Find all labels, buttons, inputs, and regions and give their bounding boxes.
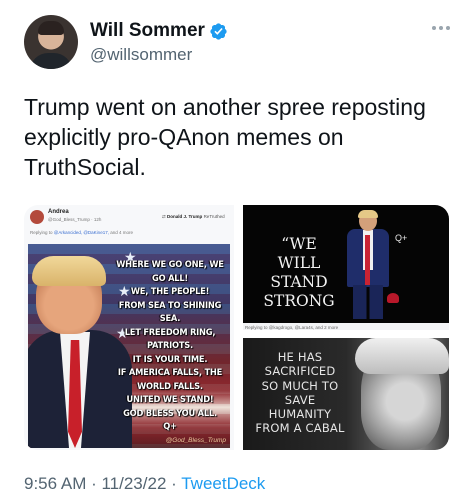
avatar[interactable] — [24, 15, 78, 69]
name-line: Will Sommer — [90, 20, 228, 42]
tweet-header: Will Sommer @willsommer — [24, 12, 454, 72]
meme-line: IT IS YOUR TIME. — [132, 353, 208, 365]
meme-image: ★ ★ ★ ★ WHERE WE GO ONE, WE GO ALL! WE, … — [28, 244, 230, 448]
meme-line: LET FREEDOM RING, PATRIOTS. — [124, 326, 216, 352]
retruth-user: Donald J. Trump — [167, 214, 203, 219]
handle[interactable]: @willsommer — [90, 45, 192, 65]
caption-text: HE HAS SACRIFICED SO MUCH TO SAVE HUMANI… — [251, 350, 349, 436]
figure-tie — [365, 235, 370, 285]
portrait-hair — [355, 338, 449, 374]
media-divider — [234, 205, 243, 450]
more-dot — [439, 26, 443, 30]
more-dot — [446, 26, 450, 30]
separator: · — [166, 474, 182, 493]
figure-legs — [353, 285, 383, 319]
caption-line: FROM A CABAL — [255, 421, 345, 436]
meme-line: Q+ — [163, 421, 177, 432]
media-grid: Andrea @God_Bless_Trump · 12h ⇄ Donald J… — [24, 205, 449, 450]
media-image-top-right[interactable]: “WE WILL STAND STRONG Q+ Replying to @ka… — [243, 205, 449, 333]
meme-credit: @God_Bless_Trump — [165, 437, 226, 444]
replying-suffix: and 4 more — [110, 230, 133, 235]
meme-line: GOD BLESS YOU ALL. — [123, 407, 217, 419]
meme-line: IF AMERICA FALLS, THE — [117, 367, 223, 378]
replying-to: Replying to @Arkancided, @DaKine17, and … — [30, 230, 133, 235]
caption-line: SAVE — [284, 392, 316, 407]
quote-line: WILL — [277, 254, 321, 272]
post-author-handle: @God_Bless_Trump · 12h — [48, 217, 102, 222]
quote-line: STAND — [270, 273, 328, 291]
quote-line: “WE — [281, 235, 317, 253]
media-image-bottom-right[interactable]: HE HAS SACRIFICED SO MUCH TO SAVE HUMANI… — [243, 338, 449, 450]
tweet-time[interactable]: 9:56 AM — [24, 474, 86, 493]
figure-hair — [358, 210, 378, 218]
separator: · — [86, 474, 102, 493]
meme-line: FROM SEA TO SHINING SEA. — [118, 299, 222, 325]
meme-line: WORLD FALLS. — [137, 380, 203, 392]
media-image-left[interactable]: Andrea @God_Bless_Trump · 12h ⇄ Donald J… — [24, 205, 234, 450]
tweet-text: Trump went on another spree reposting ex… — [24, 94, 426, 180]
avatar-shirt — [30, 53, 72, 69]
meme-line: WE, THE PEOPLE! — [130, 286, 210, 297]
replying-mentions: @Arkancided, @DaKine17, — [53, 230, 109, 235]
replying-prefix: Replying to — [30, 230, 53, 235]
verified-badge-icon — [210, 22, 227, 40]
quote-line: STRONG — [263, 292, 335, 310]
retruth-label: ⇄ Donald J. Trump ReTruthed — [162, 214, 225, 220]
caption-line: SO MUCH TO — [261, 378, 339, 393]
meme-line: UNITED WE STAND! — [126, 394, 214, 405]
caption-line: HUMANITY — [268, 407, 332, 422]
more-dot — [432, 26, 436, 30]
red-hat — [387, 293, 399, 303]
more-options-icon[interactable] — [430, 20, 452, 36]
post-avatar — [30, 210, 44, 224]
meme-line: WHERE WE GO ONE, WE GO ALL! — [116, 259, 224, 284]
tweet-source[interactable]: TweetDeck — [181, 474, 265, 493]
media-divider — [243, 330, 449, 338]
figure-hair — [32, 256, 106, 286]
q-mark: Q+ — [395, 233, 408, 243]
tweet-footer: 9:56 AM · 11/23/22 · TweetDeck — [24, 474, 265, 494]
quote-text: “WE WILL STAND STRONG — [251, 235, 347, 311]
display-name[interactable]: Will Sommer — [90, 20, 205, 42]
post-author-name: Andrea — [48, 209, 69, 215]
avatar-hair — [38, 21, 64, 35]
caption-line: SACRIFICED — [264, 364, 336, 379]
meme-text: WHERE WE GO ONE, WE GO ALL! WE, THE PEOP… — [114, 258, 226, 434]
caption-line: HE HAS — [277, 350, 323, 364]
tweet-date[interactable]: 11/23/22 — [101, 474, 166, 493]
retruth-suffix: ReTruthed — [203, 214, 225, 219]
